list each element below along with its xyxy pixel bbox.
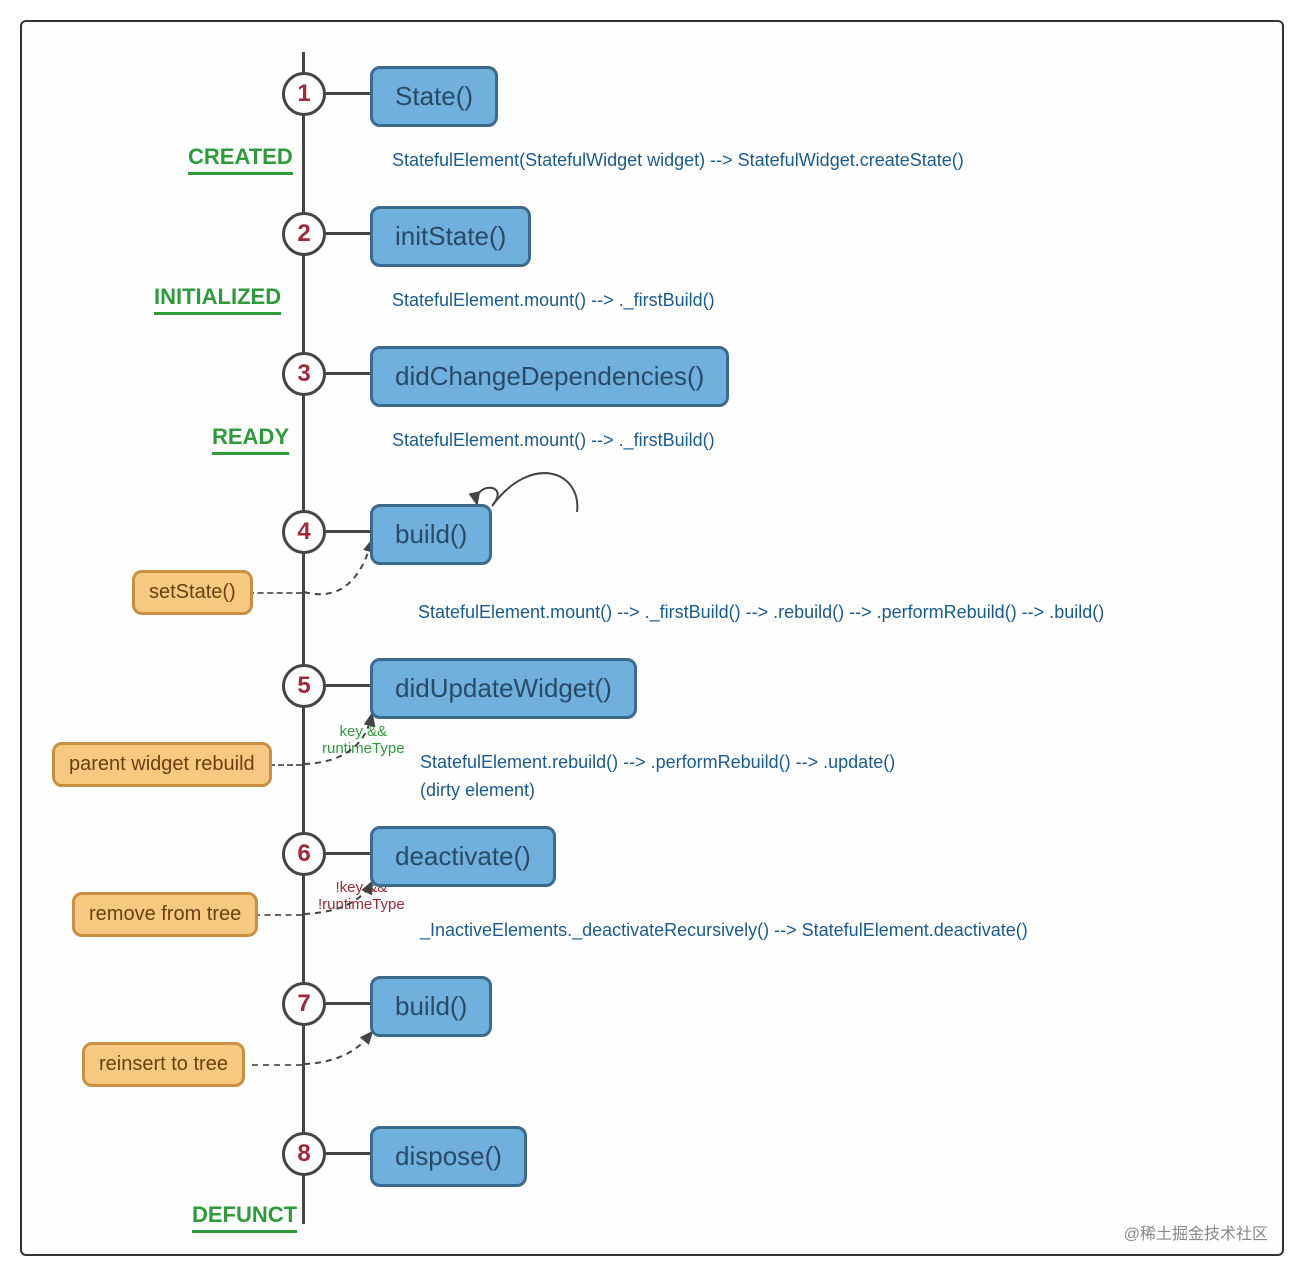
connector — [326, 232, 370, 235]
watermark: @稀土掘金技术社区 — [1124, 1220, 1268, 1244]
dashed-connector — [252, 1064, 302, 1066]
step-circle-6: 6 — [282, 832, 326, 876]
desc-1: StatefulElement(StatefulWidget widget) -… — [392, 150, 964, 171]
method-deactivate: deactivate() — [370, 826, 556, 887]
step-circle-3: 3 — [282, 352, 326, 396]
dashed-connector — [254, 914, 302, 916]
connector — [326, 530, 370, 533]
step-circle-2: 2 — [282, 212, 326, 256]
method-build-7: build() — [370, 976, 492, 1037]
connector — [326, 372, 370, 375]
connector — [326, 92, 370, 95]
method-build: build() — [370, 504, 492, 565]
step-circle-7: 7 — [282, 982, 326, 1026]
desc-2: StatefulElement.mount() --> ._firstBuild… — [392, 290, 715, 311]
step-circle-5: 5 — [282, 664, 326, 708]
action-reinsert-tree: reinsert to tree — [82, 1042, 245, 1087]
phase-initialized: INITIALIZED — [154, 284, 281, 315]
step-circle-4: 4 — [282, 510, 326, 554]
diagram-frame: 1 State() CREATED StatefulElement(Statef… — [20, 20, 1284, 1256]
method-didupdatewidget: didUpdateWidget() — [370, 658, 637, 719]
desc-3: StatefulElement.mount() --> ._firstBuild… — [392, 430, 715, 451]
desc-5: StatefulElement.rebuild() --> .performRe… — [420, 752, 895, 773]
action-remove-tree: remove from tree — [72, 892, 258, 937]
phase-defunct: DEFUNCT — [192, 1202, 297, 1233]
step-circle-1: 1 — [282, 72, 326, 116]
action-parent-rebuild: parent widget rebuild — [52, 742, 272, 787]
annotation-key-runtime: key &&runtimeType — [322, 724, 405, 757]
connector — [326, 852, 370, 855]
connector — [326, 684, 370, 687]
connector — [326, 1002, 370, 1005]
dashed-connector — [248, 592, 302, 594]
step-circle-8: 8 — [282, 1132, 326, 1176]
method-didchangedeps: didChangeDependencies() — [370, 346, 729, 407]
method-dispose: dispose() — [370, 1126, 527, 1187]
desc-6: _InactiveElements._deactivateRecursively… — [420, 920, 1028, 941]
phase-ready: READY — [212, 424, 289, 455]
method-initstate: initState() — [370, 206, 531, 267]
desc-4: StatefulElement.mount() --> ._firstBuild… — [418, 602, 1104, 623]
desc-5b: (dirty element) — [420, 780, 535, 801]
connector — [326, 1152, 370, 1155]
action-setstate: setState() — [132, 570, 253, 615]
method-state: State() — [370, 66, 498, 127]
phase-created: CREATED — [188, 144, 293, 175]
